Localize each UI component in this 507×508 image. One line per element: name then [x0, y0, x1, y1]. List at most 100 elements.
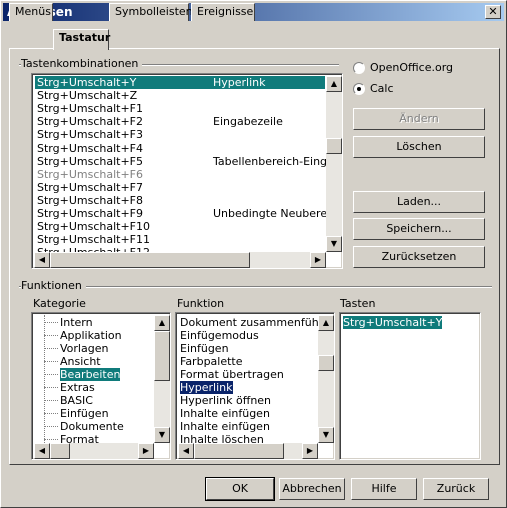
table-row[interactable]: Strg+Umschalt+F7 — [35, 181, 325, 194]
tree-item[interactable]: Applikation — [60, 329, 122, 342]
category-label: Kategorie — [33, 297, 86, 310]
key-label: Strg+Umschalt+Y — [343, 316, 443, 329]
tree-item[interactable]: Extras — [60, 381, 95, 394]
list-item[interactable]: Inhalte einfügen — [180, 420, 270, 433]
table-row[interactable]: Strg+Umschalt+F8 — [35, 194, 325, 207]
table-row[interactable]: Strg+Umschalt+F1 — [35, 102, 325, 115]
table-row[interactable]: Strg+Umschalt+F6 — [35, 168, 325, 181]
tab-label: Symbolleisten — [115, 5, 193, 18]
table-row[interactable]: Strg+Umschalt+F5 Tabellenbereich-Eingab — [35, 154, 341, 168]
table-row[interactable]: Strg+Umschalt+Z — [35, 89, 325, 102]
tree-item[interactable]: Einfügen — [60, 407, 109, 420]
shortcut-function: Tabellenbereich-Eingab — [213, 154, 341, 168]
close-button[interactable]: ✕ — [485, 5, 501, 19]
list-item[interactable]: Farbpalette — [180, 355, 243, 368]
help-button[interactable]: Hilfe — [351, 478, 417, 500]
close-icon: ✕ — [488, 5, 498, 18]
function-vscrollbar[interactable]: ▲ ▼ — [318, 315, 334, 443]
change-button[interactable]: Ändern — [353, 108, 485, 130]
table-row[interactable]: Strg+Umschalt+F10 — [35, 220, 325, 233]
list-item[interactable]: Hyperlink — [179, 380, 234, 395]
table-row[interactable]: Strg+Umschalt+F11 — [35, 233, 325, 246]
shortcut-key: Strg+Umschalt+F10 — [37, 220, 150, 234]
shortcut-key: Strg+Umschalt+F3 — [37, 128, 143, 142]
scroll-thumb[interactable] — [326, 138, 342, 154]
scroll-left-button[interactable]: ◀ — [178, 443, 194, 459]
shortcut-hscrollbar[interactable]: ◀ ▶ — [34, 252, 326, 268]
shortcut-key: Strg+Umschalt+F5 — [37, 154, 143, 168]
tree-item[interactable]: Intern — [60, 316, 93, 329]
delete-button[interactable]: Löschen — [353, 136, 485, 158]
list-item[interactable]: Einfügen — [180, 342, 229, 355]
hscroll-thumb[interactable] — [50, 252, 250, 268]
tree-item[interactable]: Dokumente — [60, 420, 124, 433]
shortcut-key: Strg+Umschalt+Z — [37, 89, 138, 103]
list-item[interactable]: Dokument zusammenführen — [180, 316, 334, 329]
tree-item[interactable]: BASIC — [60, 394, 93, 407]
reset-button[interactable]: Zurücksetzen — [353, 246, 485, 268]
table-row[interactable]: Strg+Umschalt+F3 — [35, 128, 325, 141]
scroll-right-button[interactable]: ▶ — [138, 443, 154, 459]
scroll-up-button[interactable]: ▲ — [154, 315, 170, 331]
list-item[interactable]: Format übertragen — [180, 368, 284, 381]
back-button[interactable]: Zurück — [423, 478, 489, 500]
list-item[interactable]: Inhalte einfügen — [180, 407, 270, 420]
scroll-up-button[interactable]: ▲ — [326, 76, 342, 92]
function-list[interactable]: Dokument zusammenführen Einfügemodus Einfü… — [175, 312, 335, 460]
tree-item-label: Extras — [60, 381, 95, 394]
table-row[interactable]: Strg+Umschalt+Y Hyperlink — [35, 76, 325, 89]
table-row[interactable]: Strg+Umschalt+F2 Eingabezeile — [35, 115, 325, 128]
tab-menus[interactable]: Menüs — [9, 3, 53, 21]
scroll-right-button[interactable]: ▶ — [310, 252, 326, 268]
save-button[interactable]: Speichern... — [353, 218, 485, 240]
tree-item[interactable]: Ansicht — [60, 355, 101, 368]
tab-toolbars[interactable]: Symbolleisten — [109, 3, 193, 21]
category-tree[interactable]: Intern Applikation Vorlagen Ansicht Bearbeit… — [31, 312, 171, 460]
tree-item[interactable]: Vorlagen — [60, 342, 108, 355]
hscroll-thumb[interactable] — [194, 443, 284, 459]
scroll-right-button[interactable]: ▶ — [302, 443, 318, 459]
cancel-button[interactable]: Abbrechen — [279, 478, 345, 500]
function-hscrollbar[interactable]: ◀ ▶ — [178, 443, 318, 459]
tree-item-label: Applikation — [60, 329, 122, 342]
scroll-up-button[interactable]: ▲ — [318, 315, 334, 331]
tree-item-label: BASIC — [60, 394, 93, 407]
scroll-down-button[interactable]: ▼ — [326, 236, 342, 252]
category-vscrollbar[interactable]: ▲ ▼ — [154, 315, 170, 443]
tab-keyboard[interactable]: Tastatur — [53, 29, 110, 50]
tree-item-label: Dokumente — [60, 420, 124, 433]
tab-events[interactable]: Ereignisse — [191, 3, 255, 21]
radio-calc-label: Calc — [370, 82, 394, 95]
list-item-label: Inhalte einfügen — [180, 420, 270, 433]
tree-item-label: Intern — [60, 316, 93, 329]
radio-openoffice[interactable] — [353, 62, 365, 74]
list-item-label: Einfügemodus — [180, 329, 259, 342]
functions-group-label: Funktionen — [21, 279, 86, 292]
scroll-left-button[interactable]: ◀ — [34, 252, 50, 268]
shortcut-key: Strg+Umschalt+F11 — [37, 233, 150, 247]
load-button[interactable]: Laden... — [353, 191, 485, 213]
scroll-thumb[interactable] — [154, 331, 170, 381]
shortcut-vscrollbar[interactable]: ▲ ▼ — [326, 76, 342, 252]
shortcut-key: Strg+Umschalt+Y — [37, 76, 137, 89]
scroll-thumb[interactable] — [318, 355, 334, 371]
table-row[interactable]: Strg+Umschalt+F9 Unbedingte Neuberechn — [35, 207, 342, 220]
keys-list[interactable]: Strg+Umschalt+Y — [339, 312, 481, 460]
list-item[interactable]: Strg+Umschalt+Y — [343, 316, 443, 329]
category-hscrollbar[interactable]: ◀ ▶ — [34, 443, 154, 459]
tree-branch — [44, 335, 58, 336]
list-item-label: Format übertragen — [180, 368, 284, 381]
scroll-down-button[interactable]: ▼ — [318, 427, 334, 443]
scroll-down-button[interactable]: ▼ — [154, 427, 170, 443]
ok-button[interactable]: OK — [205, 477, 275, 501]
tree-branch — [44, 439, 58, 440]
list-item[interactable]: Hyperlink öffnen — [180, 394, 271, 407]
hscroll-thumb[interactable] — [50, 443, 70, 459]
scroll-left-button[interactable]: ◀ — [34, 443, 50, 459]
radio-calc[interactable] — [353, 83, 365, 95]
table-row[interactable]: Strg+Umschalt+F4 — [35, 142, 325, 155]
list-item[interactable]: Einfügemodus — [180, 329, 259, 342]
shortcut-list[interactable]: Strg+Umschalt+Y Hyperlink Strg+Umschalt+Z S… — [31, 73, 343, 269]
tree-item[interactable]: Bearbeiten — [60, 368, 121, 381]
customize-dialog: Anpassen ✕ Menüs Tastatur Symbolleisten … — [0, 0, 507, 508]
